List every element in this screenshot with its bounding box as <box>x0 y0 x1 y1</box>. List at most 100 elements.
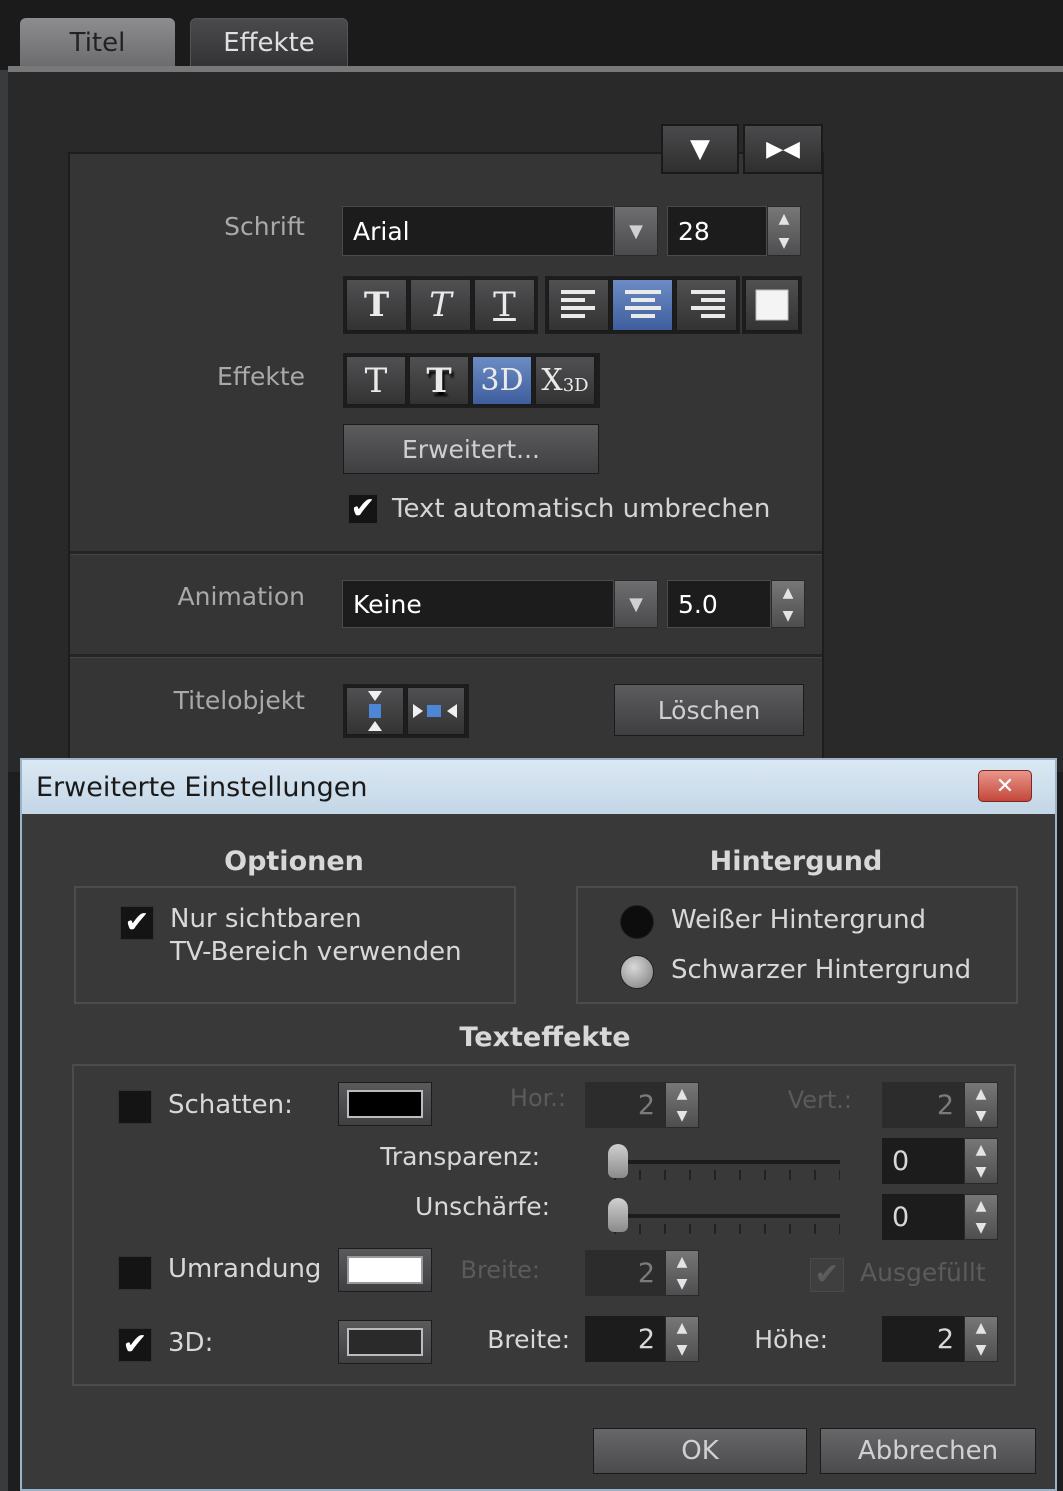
filled-label: Ausgefüllt <box>860 1258 986 1287</box>
three-d-checkbox[interactable]: ✔ <box>118 1328 152 1362</box>
transparency-slider-thumb[interactable] <box>608 1144 628 1178</box>
align-left-button[interactable] <box>548 279 609 331</box>
three-d-width-input[interactable]: 2 <box>585 1316 665 1362</box>
align-right-icon <box>690 290 725 318</box>
arrow-up-icon: ▲ <box>975 1198 987 1214</box>
transparency-slider-ticks <box>614 1170 840 1180</box>
three-d-height-input[interactable]: 2 <box>882 1316 964 1362</box>
tab-effekte[interactable]: Effekte <box>190 18 348 68</box>
left-edge <box>0 70 8 1491</box>
underline-button[interactable]: T <box>474 279 535 331</box>
wrap-checkbox[interactable]: ✔ <box>348 494 378 524</box>
outline-width-input[interactable]: 2 <box>585 1250 665 1296</box>
arrow-up-icon: ▲ <box>975 1320 987 1336</box>
shadow-vert-stepper[interactable]: ▲ ▼ <box>964 1082 998 1128</box>
animation-label: Animation <box>177 582 305 611</box>
blur-slider-thumb[interactable] <box>608 1198 628 1232</box>
black-background-radio[interactable] <box>620 955 654 989</box>
arrow-up-icon: ▲ <box>778 211 790 227</box>
effect-3d-button[interactable]: 3D <box>472 356 532 405</box>
close-button[interactable]: ✕ <box>978 770 1032 802</box>
chevron-down-icon: ▼ <box>629 220 643 242</box>
animation-duration-stepper[interactable]: ▲ ▼ <box>771 580 805 628</box>
blur-label: Unschärfe: <box>415 1192 550 1221</box>
font-dropdown-button[interactable]: ▼ <box>614 206 658 256</box>
ok-button[interactable]: OK <box>593 1428 807 1474</box>
transparency-input[interactable]: 0 <box>882 1138 964 1184</box>
title-object-label: Titelobjekt <box>173 686 305 715</box>
effects-label: Effekte <box>216 362 305 391</box>
three-d-color-button[interactable] <box>338 1320 432 1364</box>
arrow-down-icon: ▼ <box>975 1108 987 1124</box>
text-effects-heading: Texteffekte <box>459 1022 631 1053</box>
arrow-up-icon: ▲ <box>676 1320 688 1336</box>
bold-button[interactable]: T <box>346 279 407 331</box>
separator <box>70 654 822 658</box>
animation-duration-input[interactable]: 5.0 <box>667 580 771 628</box>
three-d-label: 3D: <box>168 1328 214 1358</box>
tab-titel[interactable]: Titel <box>20 18 175 68</box>
three-d-height-label: Höhe: <box>754 1325 828 1354</box>
arrow-down-icon: ▼ <box>975 1164 987 1180</box>
fit-arrows-icon: ▶◀ <box>766 136 800 162</box>
italic-button[interactable]: T <box>410 279 471 331</box>
transparency-slider-track[interactable] <box>614 1160 840 1164</box>
checkmark-icon: ✔ <box>122 1327 148 1362</box>
transparency-stepper[interactable]: ▲ ▼ <box>964 1138 998 1184</box>
outline-checkbox[interactable] <box>118 1256 152 1290</box>
outline-width-label: Breite: <box>460 1256 541 1284</box>
animation-dropdown-button[interactable]: ▼ <box>614 580 658 628</box>
advanced-button[interactable]: Erweitert... <box>343 424 599 474</box>
fit-button[interactable]: ▶◀ <box>743 124 823 174</box>
align-center-icon <box>624 290 661 318</box>
blur-stepper[interactable]: ▲ ▼ <box>964 1194 998 1240</box>
effect-shadow-button[interactable]: T <box>409 356 469 405</box>
arrow-up-icon: ▲ <box>975 1086 987 1102</box>
cancel-button[interactable]: Abbrechen <box>820 1428 1036 1474</box>
font-select[interactable]: Arial <box>342 206 614 256</box>
checkmark-icon: ✔ <box>814 1257 840 1292</box>
center-vertical-button[interactable] <box>346 687 404 735</box>
three-d-height-stepper[interactable]: ▲ ▼ <box>964 1316 998 1362</box>
tv-area-label-line1: Nur sichtbaren <box>170 904 362 934</box>
effect-plain-button[interactable]: T <box>346 356 406 405</box>
delete-button[interactable]: Löschen <box>614 684 804 736</box>
animation-select[interactable]: Keine <box>342 580 614 628</box>
arrow-down-icon: ▼ <box>975 1342 987 1358</box>
shadow-hor-label: Hor.: <box>509 1084 566 1112</box>
center-horizontal-icon <box>413 704 457 718</box>
center-horizontal-button[interactable] <box>407 687 465 735</box>
text-frame-button[interactable] <box>745 279 799 331</box>
filled-checkbox[interactable]: ✔ <box>810 1258 844 1292</box>
shadow-hor-stepper[interactable]: ▲ ▼ <box>665 1082 699 1128</box>
tv-area-label-line2: TV-Bereich verwenden <box>170 937 462 967</box>
shadow-color-button[interactable] <box>338 1082 432 1126</box>
arrow-up-icon: ▲ <box>975 1142 987 1158</box>
close-icon: ✕ <box>995 773 1015 799</box>
tv-area-checkbox[interactable]: ✔ <box>120 906 154 940</box>
text-style-group: T T T <box>343 276 538 334</box>
align-center-button[interactable] <box>612 279 673 331</box>
font-size-input[interactable]: 28 <box>667 206 767 256</box>
font-size-stepper[interactable]: ▲ ▼ <box>767 206 801 256</box>
shadow-vert-input[interactable]: 2 <box>882 1082 964 1128</box>
blur-slider-track[interactable] <box>614 1214 840 1218</box>
x3d-sub-text: 3D <box>562 375 589 396</box>
shadow-checkbox[interactable] <box>118 1090 152 1124</box>
arrow-down-icon: ▼ <box>975 1220 987 1236</box>
shadow-hor-input[interactable]: 2 <box>585 1082 665 1128</box>
separator <box>70 551 822 555</box>
collapse-button[interactable]: ▼ <box>661 124 739 174</box>
checkmark-icon: ✔ <box>350 491 376 526</box>
outline-width-stepper[interactable]: ▲ ▼ <box>665 1250 699 1296</box>
transparency-label: Transparenz: <box>380 1142 540 1171</box>
background-heading: Hintergund <box>709 846 883 877</box>
align-right-button[interactable] <box>676 279 737 331</box>
outline-color-swatch <box>347 1256 423 1284</box>
outline-color-button[interactable] <box>338 1248 432 1292</box>
white-background-radio[interactable] <box>620 905 654 939</box>
effect-x3d-button[interactable]: X 3D <box>535 356 595 405</box>
dialog-title: Erweiterte Einstellungen <box>22 760 1055 814</box>
blur-input[interactable]: 0 <box>882 1194 964 1240</box>
three-d-width-stepper[interactable]: ▲ ▼ <box>665 1316 699 1362</box>
